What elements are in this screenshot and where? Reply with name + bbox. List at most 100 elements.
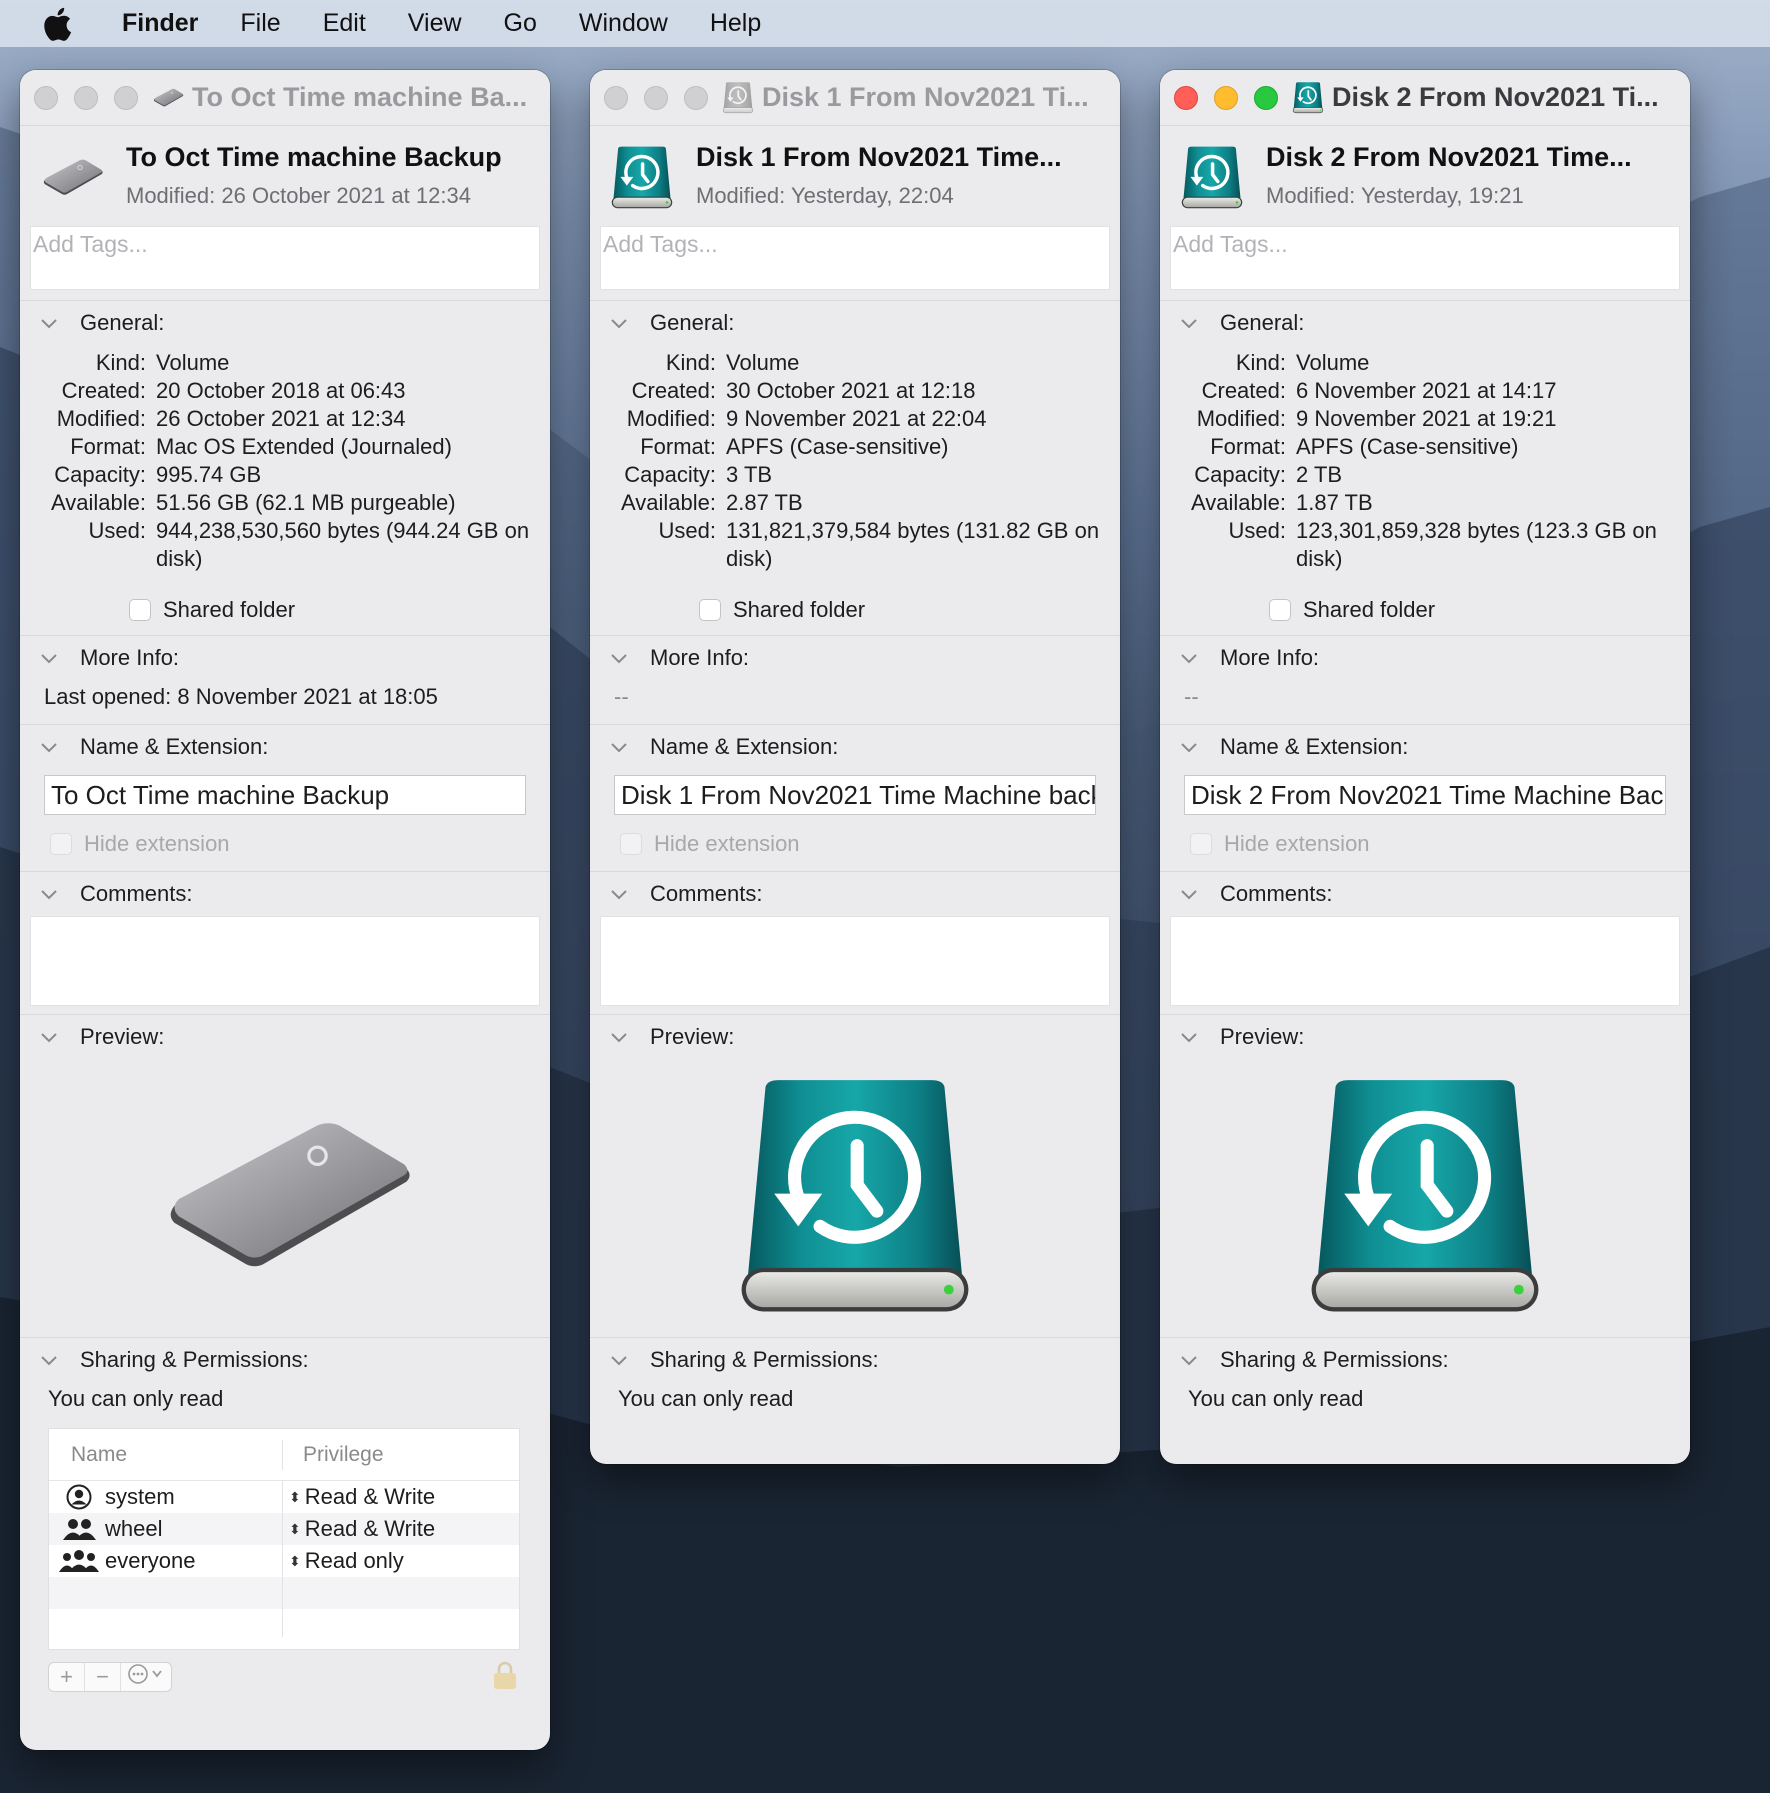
close-button[interactable] <box>604 85 628 110</box>
capacity-label: Capacity: <box>1194 462 1286 487</box>
preview-disclosure[interactable]: Preview: <box>590 1015 1120 1059</box>
table-row[interactable]: system ⬍ Read & Write <box>49 1481 519 1513</box>
comments-section: Comments: <box>590 871 1120 1006</box>
remove-user-button[interactable]: − <box>85 1663 121 1691</box>
chevron-down-icon <box>611 743 627 753</box>
zoom-button[interactable] <box>684 85 708 110</box>
minimize-button[interactable] <box>1214 85 1238 110</box>
comments-label: Comments: <box>650 881 763 906</box>
available-label: Available: <box>51 490 146 515</box>
title-bar: Disk 2 From Nov2021 Ti... <box>1160 70 1690 126</box>
name-extension-disclosure[interactable]: Name & Extension: <box>1160 725 1690 769</box>
name-field[interactable]: Disk 2 From Nov2021 Time Machine Backup <box>1184 775 1666 815</box>
preview-disclosure[interactable]: Preview: <box>1160 1015 1690 1059</box>
privilege-select[interactable]: ⬍ Read only <box>283 1548 404 1574</box>
modified-value: 26 October 2021 at 12:34 <box>156 406 406 431</box>
general-disclosure[interactable]: General: <box>590 301 1120 345</box>
general-disclosure[interactable]: General: <box>1160 301 1690 345</box>
everyone-icon <box>59 1549 99 1573</box>
comments-field[interactable] <box>30 916 540 1006</box>
close-button[interactable] <box>1174 85 1198 110</box>
shared-folder-checkbox[interactable]: Shared folder <box>699 597 1120 623</box>
checkbox <box>50 833 72 855</box>
comments-label: Comments: <box>1220 881 1333 906</box>
preview-disclosure[interactable]: Preview: <box>20 1015 550 1059</box>
name-extension-disclosure[interactable]: Name & Extension: <box>20 725 550 769</box>
title-bar: To Oct Time machine Ba... <box>20 70 550 126</box>
menu-file[interactable]: File <box>240 9 280 38</box>
more-info-disclosure[interactable]: More Info: <box>20 636 550 680</box>
more-info-disclosure[interactable]: More Info: <box>1160 636 1690 680</box>
general-section: General: Kind: Volume Created: 30 October … <box>590 300 1120 623</box>
menu-view[interactable]: View <box>408 9 462 38</box>
minimize-button[interactable] <box>74 85 98 110</box>
general-disclosure[interactable]: General: <box>20 301 550 345</box>
tags-input[interactable]: Add Tags... <box>1170 226 1680 290</box>
name-field[interactable]: To Oct Time machine Backup <box>44 775 526 815</box>
checkbox[interactable] <box>1269 599 1291 621</box>
more-info-value: -- <box>614 684 629 709</box>
kind-label: Kind: <box>95 350 146 375</box>
zoom-button[interactable] <box>1254 85 1278 110</box>
menu-edit[interactable]: Edit <box>323 9 366 38</box>
comments-field[interactable] <box>1170 916 1680 1006</box>
tags-input[interactable]: Add Tags... <box>30 226 540 290</box>
permissions-toolbar: + − <box>48 1660 520 1694</box>
modified-summary: Modified: 26 October 2021 at 12:34 <box>126 183 502 209</box>
menu-window[interactable]: Window <box>579 9 668 38</box>
shared-folder-checkbox[interactable]: Shared folder <box>1269 597 1690 623</box>
table-row[interactable]: everyone ⬍ Read only <box>49 1545 519 1577</box>
preview-label: Preview: <box>650 1024 735 1049</box>
comments-disclosure[interactable]: Comments: <box>590 872 1120 916</box>
comments-disclosure[interactable]: Comments: <box>1160 872 1690 916</box>
checkbox[interactable] <box>699 599 721 621</box>
hide-extension-label: Hide extension <box>654 831 800 856</box>
name-field[interactable]: Disk 1 From Nov2021 Time Machine backup <box>614 775 1096 815</box>
lock-icon[interactable] <box>492 1660 518 1695</box>
modified-label: Modified: <box>626 406 716 431</box>
chevron-down-icon <box>41 743 57 753</box>
name-extension-disclosure[interactable]: Name & Extension: <box>590 725 1120 769</box>
menu-finder[interactable]: Finder <box>122 9 198 38</box>
comments-field[interactable] <box>600 916 1110 1006</box>
table-row[interactable]: wheel ⬍ Read & Write <box>49 1513 519 1545</box>
privilege-value: Read only <box>304 1548 404 1573</box>
shared-folder-checkbox[interactable]: Shared folder <box>129 597 550 623</box>
sharing-disclosure[interactable]: Sharing & Permissions: <box>20 1338 550 1382</box>
privilege-select[interactable]: ⬍ Read & Write <box>283 1484 435 1510</box>
permissions-table: Name Privilege system ⬍ Read & Write whee… <box>48 1428 520 1650</box>
created-value: 30 October 2021 at 12:18 <box>726 378 976 403</box>
more-info-disclosure[interactable]: More Info: <box>590 636 1120 680</box>
used-value: 944,238,530,560 bytes (944.24 GB on disk… <box>156 518 530 571</box>
close-button[interactable] <box>34 85 58 110</box>
comments-disclosure[interactable]: Comments: <box>20 872 550 916</box>
sharing-disclosure[interactable]: Sharing & Permissions: <box>590 1338 1120 1382</box>
apple-menu-icon[interactable] <box>42 0 90 47</box>
sharing-disclosure[interactable]: Sharing & Permissions: <box>1160 1338 1690 1382</box>
kind-value: Volume <box>726 350 800 375</box>
sharing-section: Sharing & Permissions: You can only read… <box>20 1337 550 1694</box>
preview-section: Preview: <box>1160 1014 1690 1337</box>
shared-folder-label: Shared folder <box>163 597 296 622</box>
user-icon <box>59 1484 99 1510</box>
chevron-down-icon <box>41 890 57 900</box>
column-privilege-header[interactable]: Privilege <box>283 1443 384 1467</box>
add-user-button[interactable]: + <box>49 1663 85 1691</box>
column-name-header[interactable]: Name <box>49 1439 283 1470</box>
modified-summary: Modified: Yesterday, 22:04 <box>696 183 1062 209</box>
created-value: 6 November 2021 at 14:17 <box>1296 378 1557 403</box>
tags-input[interactable]: Add Tags... <box>600 226 1110 290</box>
external-drive-icon <box>152 82 184 114</box>
privilege-select[interactable]: ⬍ Read & Write <box>283 1516 435 1542</box>
chevron-down-icon <box>611 1356 627 1366</box>
zoom-button[interactable] <box>114 85 138 110</box>
updown-icon: ⬍ <box>289 1552 301 1569</box>
chevron-down-icon <box>1181 1033 1197 1043</box>
minimize-button[interactable] <box>644 85 668 110</box>
volume-name: Disk 1 From Nov2021 Time... <box>696 142 1062 172</box>
checkbox[interactable] <box>129 599 151 621</box>
menu-help[interactable]: Help <box>710 9 761 38</box>
menu-go[interactable]: Go <box>504 9 537 38</box>
sharing-label: Sharing & Permissions: <box>650 1347 879 1372</box>
action-menu-button[interactable] <box>121 1663 171 1692</box>
